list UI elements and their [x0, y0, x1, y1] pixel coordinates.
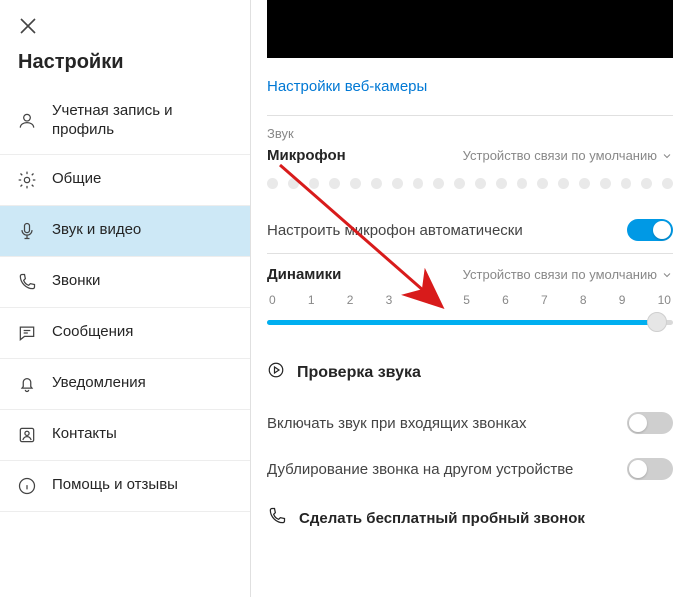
slider-thumb[interactable] [647, 312, 667, 332]
secondary-ring-toggle[interactable] [627, 458, 673, 480]
contacts-icon [16, 424, 38, 446]
nav-label: Звонки [52, 272, 100, 291]
phone-icon [267, 506, 287, 530]
nav-item-notifications[interactable]: Уведомления [0, 359, 250, 410]
mic-auto-adjust-toggle[interactable] [627, 219, 673, 241]
webcam-settings-link[interactable]: Настройки веб-камеры [265, 76, 429, 115]
divider [267, 115, 673, 116]
microphone-level-meter [265, 170, 675, 207]
microphone-label: Микрофон [267, 147, 346, 164]
webcam-preview [267, 0, 673, 58]
microphone-device-select[interactable]: Устройство связи по умолчанию [463, 148, 673, 163]
speakers-volume-ticks: 012345678910 [267, 293, 673, 307]
nav-item-calling[interactable]: Звонки [0, 257, 250, 308]
incoming-ring-label: Включать звук при входящих звонках [267, 415, 526, 432]
settings-sidebar: Настройки Учетная запись и профиль Общие… [0, 0, 251, 597]
settings-title: Настройки [0, 49, 250, 88]
info-icon [16, 475, 38, 497]
microphone-device-value: Устройство связи по умолчанию [463, 148, 657, 163]
nav-item-account[interactable]: Учетная запись и профиль [0, 88, 250, 155]
nav-label: Звук и видео [52, 221, 141, 240]
speakers-device-value: Устройство связи по умолчанию [463, 267, 657, 282]
speakers-device-select[interactable]: Устройство связи по умолчанию [463, 267, 673, 282]
settings-main: Настройки веб-камеры Звук Микрофон Устро… [251, 0, 689, 597]
nav-item-help[interactable]: Помощь и отзывы [0, 461, 250, 512]
nav-label: Учетная запись и профиль [52, 102, 234, 140]
phone-icon [16, 271, 38, 293]
chat-icon [16, 322, 38, 344]
play-icon [267, 361, 285, 384]
nav-label: Общие [52, 170, 101, 189]
speakers-label: Динамики [267, 266, 341, 283]
nav-label: Сообщения [52, 323, 133, 342]
free-test-call-button[interactable]: Сделать бесплатный пробный звонок [265, 492, 675, 540]
nav-label: Уведомления [52, 374, 146, 393]
free-test-call-label: Сделать бесплатный пробный звонок [299, 510, 585, 527]
test-audio-label: Проверка звука [297, 364, 421, 382]
microphone-icon [16, 220, 38, 242]
nav-item-messaging[interactable]: Сообщения [0, 308, 250, 359]
incoming-ring-toggle[interactable] [627, 412, 673, 434]
test-audio-button[interactable]: Проверка звука [265, 351, 675, 400]
chevron-down-icon [661, 269, 673, 281]
nav-item-general[interactable]: Общие [0, 155, 250, 206]
nav-label: Контакты [52, 425, 117, 444]
sound-section-label: Звук [267, 126, 673, 141]
chevron-down-icon [661, 150, 673, 162]
nav-item-audio-video[interactable]: Звук и видео [0, 206, 250, 257]
close-icon[interactable] [16, 14, 40, 38]
gear-icon [16, 169, 38, 191]
speakers-volume-slider[interactable] [267, 311, 673, 333]
person-icon [16, 110, 38, 132]
bell-icon [16, 373, 38, 395]
mic-auto-adjust-label: Настроить микрофон автоматически [267, 222, 523, 239]
settings-nav: Учетная запись и профиль Общие Звук и ви… [0, 88, 250, 512]
nav-label: Помощь и отзывы [52, 476, 178, 495]
secondary-ring-label: Дублирование звонка на другом устройстве [267, 461, 573, 478]
nav-item-contacts[interactable]: Контакты [0, 410, 250, 461]
